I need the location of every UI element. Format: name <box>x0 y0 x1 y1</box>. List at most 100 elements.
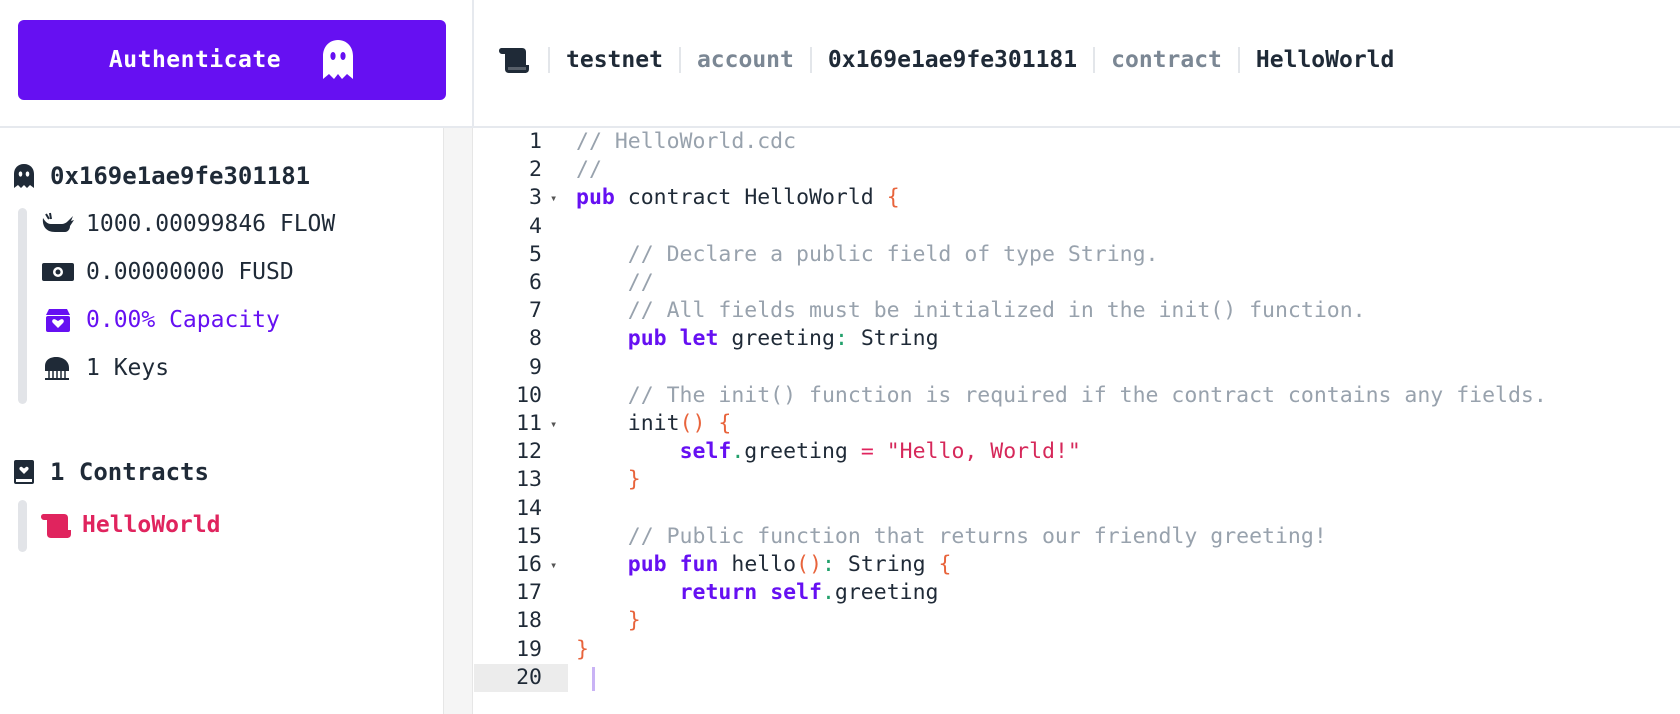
code-line[interactable]: 13 } <box>474 466 1680 494</box>
code-line[interactable]: 3 ▾ pub contract HelloWorld { <box>474 184 1680 212</box>
auth-area: Authenticate <box>0 0 473 127</box>
fusd-balance: 0.00000000 FUSD <box>40 258 294 286</box>
sidebar-resize-handle[interactable] <box>443 128 473 714</box>
line-number: 18 <box>516 608 542 634</box>
code-text: // <box>576 270 654 295</box>
code-text: pub let greeting: String <box>627 326 939 352</box>
code-text: pub fun hello(): String { <box>627 552 952 577</box>
account-details-bar <box>18 208 27 404</box>
code-text: // All fields must be initialized in the… <box>576 298 1366 324</box>
account-header[interactable]: 0x169e1ae9fe301181 <box>12 162 310 190</box>
line-number: 11 <box>516 411 542 436</box>
breadcrumb-separator <box>809 47 812 73</box>
whale-icon <box>42 212 74 232</box>
code-line[interactable]: 18 } <box>474 607 1680 635</box>
breadcrumb-account-label: account <box>696 47 794 73</box>
fold-toggle-icon[interactable]: ▾ <box>550 410 557 438</box>
line-number: 15 <box>516 523 542 549</box>
line-number: 16 <box>516 552 542 577</box>
header-divider <box>472 0 474 127</box>
breadcrumb: testnet account 0x169e1ae9fe301181 contr… <box>498 40 1394 80</box>
keys-count: 1 Keys <box>40 354 169 382</box>
code-line[interactable]: 10 // The init() function is required if… <box>474 382 1680 410</box>
sidebar: 0x169e1ae9fe301181 1000.00099846 FLOW 0.… <box>0 128 443 714</box>
contracts-header: 1 Contracts <box>12 458 209 486</box>
code-text: // Declare a public field of type String… <box>576 241 1159 267</box>
breadcrumb-separator <box>1237 47 1240 73</box>
code-line[interactable]: 5 // Declare a public field of type Stri… <box>474 241 1680 269</box>
scroll-icon <box>41 514 71 538</box>
code-line[interactable]: 17 return self.greeting <box>474 579 1680 607</box>
keys-count-value: 1 Keys <box>86 355 170 381</box>
code-line[interactable]: 4 <box>474 213 1680 241</box>
code-text: // The init() function is required if th… <box>576 382 1547 408</box>
piano-keys-icon <box>45 357 69 380</box>
code-line[interactable]: 2 // <box>474 156 1680 184</box>
line-number: 5 <box>529 241 542 267</box>
code-text: // <box>576 157 602 183</box>
line-number: 6 <box>529 270 542 295</box>
line-number: 10 <box>516 382 542 408</box>
code-text: // HelloWorld.cdc <box>576 129 797 154</box>
storage-capacity: 0.00% Capacity <box>40 306 280 334</box>
flow-balance-value: 1000.00099846 FLOW <box>86 211 336 237</box>
code-line[interactable]: 16 ▾ pub fun hello(): String { <box>474 551 1680 579</box>
code-line[interactable]: 19} <box>474 636 1680 664</box>
breadcrumb-separator <box>1093 47 1096 73</box>
ghost-icon <box>323 40 354 79</box>
code-line[interactable]: 6 // <box>474 269 1680 297</box>
breadcrumb-contract-name[interactable]: HelloWorld <box>1256 47 1394 73</box>
contract-item-helloworld[interactable]: HelloWorld <box>40 511 220 539</box>
line-number: 8 <box>529 326 542 352</box>
code-text: } <box>627 608 641 634</box>
code-text: // Public function that returns our frie… <box>576 523 1327 549</box>
breadcrumb-separator <box>678 47 681 73</box>
ghost-icon <box>14 164 34 188</box>
storage-capacity-value: 0.00% Capacity <box>86 307 280 333</box>
code-line[interactable]: 8 pub let greeting: String <box>474 325 1680 353</box>
line-number: 4 <box>529 213 542 239</box>
line-number: 19 <box>516 636 542 662</box>
breadcrumb-separator <box>548 47 550 73</box>
box-heart-icon <box>46 309 70 332</box>
sidebar-account-address: 0x169e1ae9fe301181 <box>50 162 311 190</box>
code-line[interactable]: 15 // Public function that returns our f… <box>474 523 1680 551</box>
contracts-heading: 1 Contracts <box>50 458 209 486</box>
code-text: return self.greeting <box>679 580 939 606</box>
breadcrumb-network[interactable]: testnet <box>566 47 663 73</box>
code-text: self.greeting = "Hello, World!" <box>679 439 1081 465</box>
authenticate-label: Authenticate <box>108 47 282 73</box>
code-line[interactable]: 1 // HelloWorld.cdc <box>474 128 1680 156</box>
code-text: init() { <box>627 411 732 436</box>
line-number: 12 <box>516 439 542 465</box>
line-number: 20 <box>474 663 568 692</box>
code-line[interactable]: 11 ▾ init() { <box>474 410 1680 438</box>
text-cursor <box>592 666 595 691</box>
line-number: 1 <box>529 129 542 154</box>
fold-toggle-icon[interactable]: ▾ <box>550 184 557 212</box>
code-text: } <box>627 467 641 493</box>
line-number: 14 <box>516 495 542 521</box>
code-line[interactable]: 12 self.greeting = "Hello, World!" <box>474 438 1680 466</box>
breadcrumb-contract-label: contract <box>1111 47 1222 73</box>
code-editor[interactable]: 1 // HelloWorld.cdc 2 // 3 ▾ pub contract Hell… <box>474 128 1680 714</box>
code-text: pub contract HelloWorld { <box>576 185 900 211</box>
money-bill-icon <box>42 263 74 281</box>
line-number: 2 <box>529 157 542 183</box>
code-text: } <box>576 636 589 662</box>
contract-item-label: HelloWorld <box>82 512 221 538</box>
code-line[interactable]: 9 <box>474 354 1680 382</box>
book-heart-icon <box>14 460 34 484</box>
breadcrumb-account-address[interactable]: 0x169e1ae9fe301181 <box>828 47 1077 73</box>
line-number: 7 <box>529 298 542 324</box>
code-line[interactable]: 20 <box>474 663 1680 692</box>
code-line[interactable]: 7 // All fields must be initialized in t… <box>474 297 1680 325</box>
contracts-bar <box>18 500 27 552</box>
authenticate-button[interactable]: Authenticate <box>18 20 446 100</box>
scroll-icon <box>499 48 529 73</box>
flow-balance: 1000.00099846 FLOW <box>40 210 335 238</box>
line-number: 9 <box>529 354 542 380</box>
line-number: 13 <box>516 467 542 493</box>
code-line[interactable]: 14 <box>474 495 1680 523</box>
fold-toggle-icon[interactable]: ▾ <box>550 551 557 579</box>
